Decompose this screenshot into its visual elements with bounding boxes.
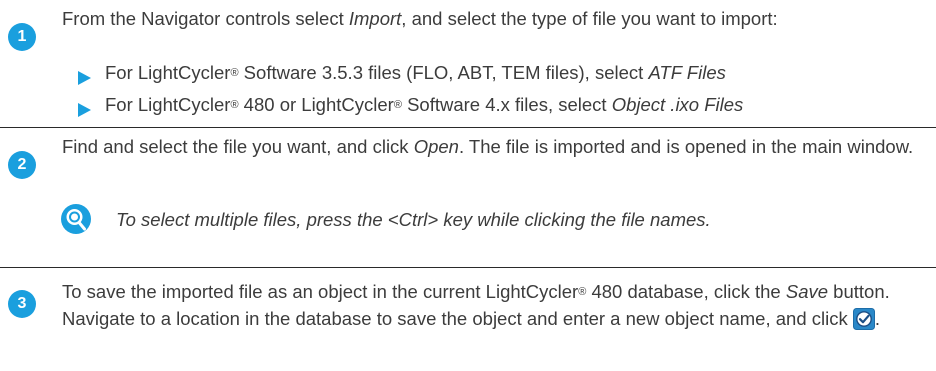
divider <box>0 127 936 128</box>
step-1-bullet-2: For LightCycler® 480 or LightCycler® Sof… <box>105 94 744 115</box>
checkmark-button-icon <box>852 308 875 330</box>
step-number-badge: 2 <box>8 151 36 179</box>
step-3-text: To save the imported file as an object i… <box>62 281 890 330</box>
step-2-text: Find and select the file you want, and c… <box>62 136 914 157</box>
bullet-arrow-icon <box>78 64 91 91</box>
magnifier-hint-icon <box>61 204 91 234</box>
step-number-badge: 1 <box>8 23 36 51</box>
step-number-badge: 3 <box>8 290 36 318</box>
step-1-text: From the Navigator controls select Impor… <box>62 8 778 29</box>
divider <box>0 267 936 268</box>
hint-text: To select multiple files, press the <Ctr… <box>116 209 711 230</box>
step-1-bullet-1: For LightCycler® Software 3.5.3 files (F… <box>105 62 726 83</box>
bullet-arrow-icon <box>78 96 91 123</box>
